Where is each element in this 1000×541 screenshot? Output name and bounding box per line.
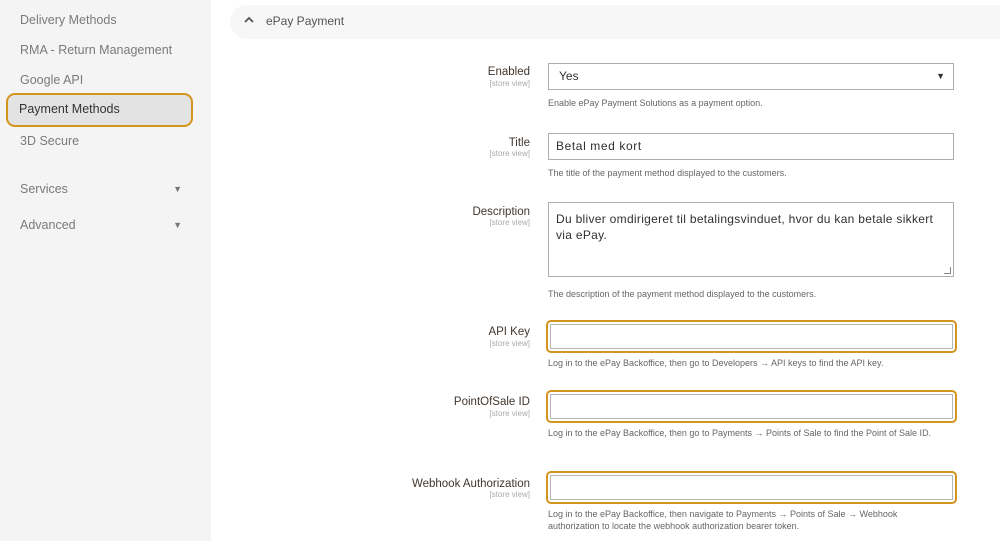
chevron-up-icon xyxy=(244,16,254,23)
description-scope: [store view] xyxy=(489,218,530,227)
webhook-label: Webhook Authorization xyxy=(411,478,530,490)
enabled-label: Enabled xyxy=(487,66,530,78)
webhook-input[interactable] xyxy=(546,471,957,504)
webhook-scope: [store view] xyxy=(489,490,530,499)
sidebar-group-label: Advanced xyxy=(20,218,76,232)
pos-id-note: Log in to the ePay Backoffice, then go t… xyxy=(548,428,932,438)
description-label: Description xyxy=(472,206,530,218)
section-header-epay[interactable]: ePay Payment xyxy=(230,5,1000,39)
description-text: Du bliver omdirigeret til betalingsvindu… xyxy=(556,212,934,242)
main-content: ePay Payment Enabled [store view] Yes ▼ … xyxy=(211,0,1000,541)
caret-down-icon: ▼ xyxy=(173,184,182,194)
description-note: The description of the payment method di… xyxy=(548,289,817,299)
dropdown-arrow-icon: ▼ xyxy=(936,71,945,81)
enabled-select[interactable]: Yes ▼ xyxy=(548,63,954,90)
api-key-input-box[interactable] xyxy=(550,324,953,349)
api-key-label: API Key xyxy=(488,326,530,338)
title-note: The title of the payment method displaye… xyxy=(548,168,787,178)
webhook-input-box[interactable] xyxy=(550,475,953,500)
api-key-input[interactable] xyxy=(546,320,957,353)
sidebar-item-rma[interactable]: RMA - Return Management xyxy=(20,40,172,60)
webhook-note: Log in to the ePay Backoffice, then navi… xyxy=(548,509,898,531)
pos-id-input-box[interactable] xyxy=(550,394,953,419)
title-label: Title xyxy=(508,137,530,149)
enabled-scope: [store view] xyxy=(489,79,530,88)
sidebar-item-delivery-methods[interactable]: Delivery Methods xyxy=(20,10,117,30)
sidebar-item-3d-secure[interactable]: 3D Secure xyxy=(20,131,79,151)
section-title: ePay Payment xyxy=(266,14,345,28)
caret-down-icon: ▼ xyxy=(173,220,182,230)
title-input[interactable]: Betal med kort xyxy=(548,133,954,160)
sidebar-item-payment-methods[interactable]: Payment Methods xyxy=(6,93,193,127)
pos-id-input[interactable] xyxy=(546,390,957,423)
sidebar: Delivery Methods RMA - Return Management… xyxy=(0,0,211,541)
enabled-note: Enable ePay Payment Solutions as a payme… xyxy=(548,98,763,108)
sidebar-group-advanced[interactable]: Advanced ▼ xyxy=(20,215,185,235)
resize-handle-icon[interactable] xyxy=(944,267,951,274)
description-textarea[interactable]: Du bliver omdirigeret til betalingsvindu… xyxy=(548,202,954,277)
pos-id-scope: [store view] xyxy=(489,409,530,418)
title-scope: [store view] xyxy=(489,149,530,158)
enabled-select-value: Yes xyxy=(559,69,579,83)
sidebar-group-label: Services xyxy=(20,182,68,196)
sidebar-group-services[interactable]: Services ▼ xyxy=(20,179,185,199)
sidebar-item-google-api[interactable]: Google API xyxy=(20,70,83,90)
api-key-note: Log in to the ePay Backoffice, then go t… xyxy=(548,358,884,368)
pos-id-label: PointOfSale ID xyxy=(453,396,530,408)
api-key-scope: [store view] xyxy=(489,339,530,348)
